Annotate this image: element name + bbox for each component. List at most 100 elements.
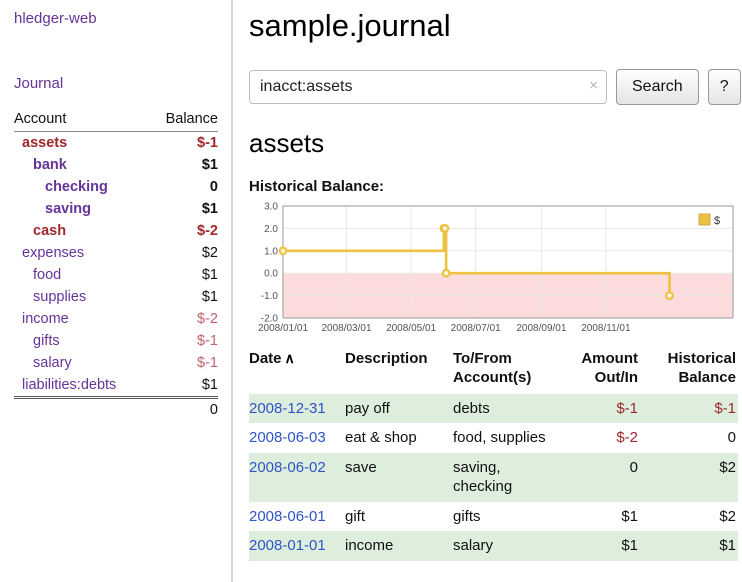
data-point-marker	[442, 225, 449, 232]
transaction-balance: $2	[646, 502, 738, 532]
sidebar-account-gifts[interactable]: gifts	[14, 333, 60, 349]
accounts-header-account: Account	[14, 109, 149, 132]
header-line: Account(s)	[453, 369, 551, 388]
transaction-date-link[interactable]: 2008-01-01	[249, 537, 326, 554]
sidebar-account-assets[interactable]: assets	[14, 135, 67, 151]
transaction-date-link[interactable]: 2008-06-01	[249, 508, 326, 525]
register-header-date[interactable]: Date∧	[249, 348, 345, 394]
transaction-date: 2008-06-03	[249, 423, 345, 453]
svg-text:-1.0: -1.0	[261, 291, 279, 302]
account-balance: $1	[149, 286, 218, 308]
transaction-description: save	[345, 453, 453, 502]
transaction-balance: $-1	[646, 394, 738, 424]
transaction-date-link[interactable]: 2008-06-03	[249, 429, 326, 446]
app-title-link[interactable]: hledger-web	[14, 10, 218, 27]
register-header-balance: Historical Balance	[646, 348, 738, 394]
svg-text:3.0: 3.0	[264, 202, 278, 213]
transaction-description: eat & shop	[345, 423, 453, 453]
accounts-header-balance: Balance	[149, 109, 218, 132]
transaction-balance: $1	[646, 531, 738, 561]
account-balance: $-2	[149, 220, 218, 242]
transaction-date: 2008-06-02	[249, 453, 345, 502]
accounts-total-value: 0	[149, 398, 218, 422]
sidebar-account-liabilities-debts[interactable]: liabilities:debts	[14, 377, 116, 393]
sidebar-account-cash[interactable]: cash	[14, 223, 66, 239]
register-header-row: Date∧ Description To/From Account(s) Amo…	[249, 348, 738, 394]
transaction-amount: $1	[559, 531, 646, 561]
sidebar-account-expenses[interactable]: expenses	[14, 245, 84, 261]
account-row: gifts $-1	[14, 330, 218, 352]
transaction-date: 2008-06-01	[249, 502, 345, 532]
account-balance: $1	[149, 374, 218, 398]
header-line: To/From	[453, 350, 551, 369]
page: hledger-web Journal Account Balance asse…	[0, 0, 742, 582]
sidebar-account-saving[interactable]: saving	[14, 201, 91, 217]
account-balance: $-1	[149, 352, 218, 374]
account-row: liabilities:debts $1	[14, 374, 218, 398]
transaction-accounts: saving, checking	[453, 453, 559, 502]
svg-text:2008/07/01: 2008/07/01	[451, 323, 501, 334]
transaction-amount: 0	[559, 453, 646, 502]
register-table: Date∧ Description To/From Account(s) Amo…	[249, 348, 738, 561]
register-header-date-label: Date	[249, 350, 282, 367]
main-content: sample.journal × Search ? assets Histori…	[233, 0, 742, 582]
balance-chart: 3.02.01.00.0-1.0-2.02008/01/012008/03/01…	[249, 201, 737, 335]
search-box: ×	[249, 70, 607, 104]
account-row: assets $-1	[14, 132, 218, 155]
svg-text:2008/01/01: 2008/01/01	[258, 323, 308, 334]
transaction-date-link[interactable]: 2008-06-02	[249, 459, 326, 476]
account-balance: $-1	[149, 330, 218, 352]
sidebar: hledger-web Journal Account Balance asse…	[0, 0, 233, 582]
sidebar-account-supplies[interactable]: supplies	[14, 289, 86, 305]
transaction-balance: 0	[646, 423, 738, 453]
transaction-balance: $2	[646, 453, 738, 502]
sidebar-account-income[interactable]: income	[14, 311, 69, 327]
account-row: supplies $1	[14, 286, 218, 308]
account-balance: $1	[149, 264, 218, 286]
register-row: 2008-06-02 savesaving, checking0$2	[249, 453, 738, 502]
transaction-amount: $-1	[559, 394, 646, 424]
header-line: Out/In	[559, 369, 638, 388]
register-header-description: Description	[345, 348, 453, 394]
transaction-accounts: food, supplies	[453, 423, 559, 453]
svg-text:2.0: 2.0	[264, 224, 278, 235]
sidebar-item-journal[interactable]: Journal	[14, 75, 63, 92]
header-line: Historical	[646, 350, 736, 369]
accounts-table: Account Balance assets $-1 bank $1 checking 0…	[14, 109, 218, 421]
svg-text:2008/09/01: 2008/09/01	[516, 323, 566, 334]
header-line: Amount	[559, 350, 638, 369]
accounts-total-spacer	[14, 398, 149, 422]
svg-text:0.0: 0.0	[264, 269, 278, 280]
sidebar-account-salary[interactable]: salary	[14, 355, 72, 371]
accounts-total-row: 0	[14, 398, 218, 422]
accounts-header-row: Account Balance	[14, 109, 218, 132]
account-row: food $1	[14, 264, 218, 286]
register-row: 2008-01-01incomesalary$1$1	[249, 531, 738, 561]
account-row: income$-2	[14, 308, 218, 330]
account-row: saving$1	[14, 198, 218, 220]
account-balance: $2	[149, 242, 218, 264]
sort-ascending-icon: ∧	[285, 350, 295, 366]
transaction-date: 2008-12-31	[249, 394, 345, 424]
help-button[interactable]: ?	[708, 69, 741, 105]
search-button[interactable]: Search	[616, 69, 699, 105]
svg-text:2008/11/01: 2008/11/01	[581, 323, 631, 334]
account-balance: $1	[149, 154, 218, 176]
transaction-date: 2008-01-01	[249, 531, 345, 561]
transaction-date-link[interactable]: 2008-12-31	[249, 400, 326, 417]
transaction-accounts: gifts	[453, 502, 559, 532]
account-row: expenses $2	[14, 242, 218, 264]
search-input[interactable]	[249, 70, 607, 104]
sidebar-account-bank[interactable]: bank	[14, 157, 67, 173]
legend-label: $	[714, 215, 720, 227]
transaction-amount: $-2	[559, 423, 646, 453]
account-balance: $-1	[149, 132, 218, 155]
transaction-description: income	[345, 531, 453, 561]
clear-search-icon[interactable]: ×	[589, 78, 598, 93]
register-row: 2008-06-03 eat & shopfood, supplies$-20	[249, 423, 738, 453]
svg-text:2008/05/01: 2008/05/01	[386, 323, 436, 334]
sidebar-account-checking[interactable]: checking	[14, 179, 108, 195]
sidebar-account-food[interactable]: food	[14, 267, 61, 283]
register-row: 2008-06-01giftgifts$1$2	[249, 502, 738, 532]
page-title: sample.journal	[249, 8, 741, 44]
